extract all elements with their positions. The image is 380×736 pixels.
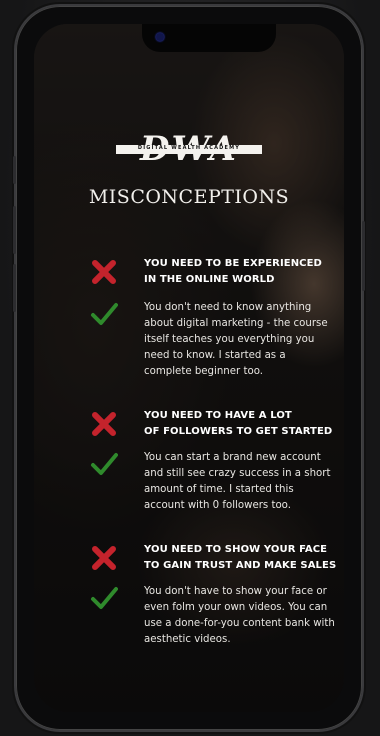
volume-up-button bbox=[13, 206, 16, 254]
front-camera-icon bbox=[156, 33, 164, 41]
check-icon bbox=[91, 453, 118, 475]
screen: DWA DIGITAL WEALTH ACADEMY MISCONCEPTION… bbox=[34, 24, 344, 712]
cross-icon bbox=[92, 412, 116, 436]
truth-text: You don't have to show your face or even… bbox=[144, 586, 335, 645]
misconception-heading: YOU NEED TO BE EXPERIENCED IN THE ONLINE… bbox=[144, 258, 322, 285]
truth-text: You don't need to know anything about di… bbox=[144, 302, 328, 377]
power-button bbox=[362, 221, 365, 291]
check-icon bbox=[91, 303, 118, 325]
check-icon bbox=[91, 587, 118, 609]
logo-subtitle: DIGITAL WEALTH ACADEMY bbox=[137, 145, 241, 151]
cross-icon bbox=[92, 260, 116, 284]
mute-switch bbox=[13, 156, 16, 184]
volume-down-button bbox=[13, 264, 16, 312]
page-title: MISCONCEPTIONS bbox=[88, 186, 290, 208]
device-mockup: DWA DIGITAL WEALTH ACADEMY MISCONCEPTION… bbox=[0, 0, 380, 736]
misconception-heading: YOU NEED TO HAVE A LOT OF FOLLOWERS TO G… bbox=[144, 410, 333, 437]
misconception-heading: YOU NEED TO SHOW YOUR FACE TO GAIN TRUST… bbox=[144, 544, 337, 571]
cross-icon bbox=[92, 546, 116, 570]
brand-logo: DWA DIGITAL WEALTH ACADEMY bbox=[34, 132, 344, 166]
truth-text: You can start a brand new account and st… bbox=[144, 452, 331, 511]
phone-frame: DWA DIGITAL WEALTH ACADEMY MISCONCEPTION… bbox=[13, 6, 365, 730]
notch bbox=[142, 24, 276, 52]
